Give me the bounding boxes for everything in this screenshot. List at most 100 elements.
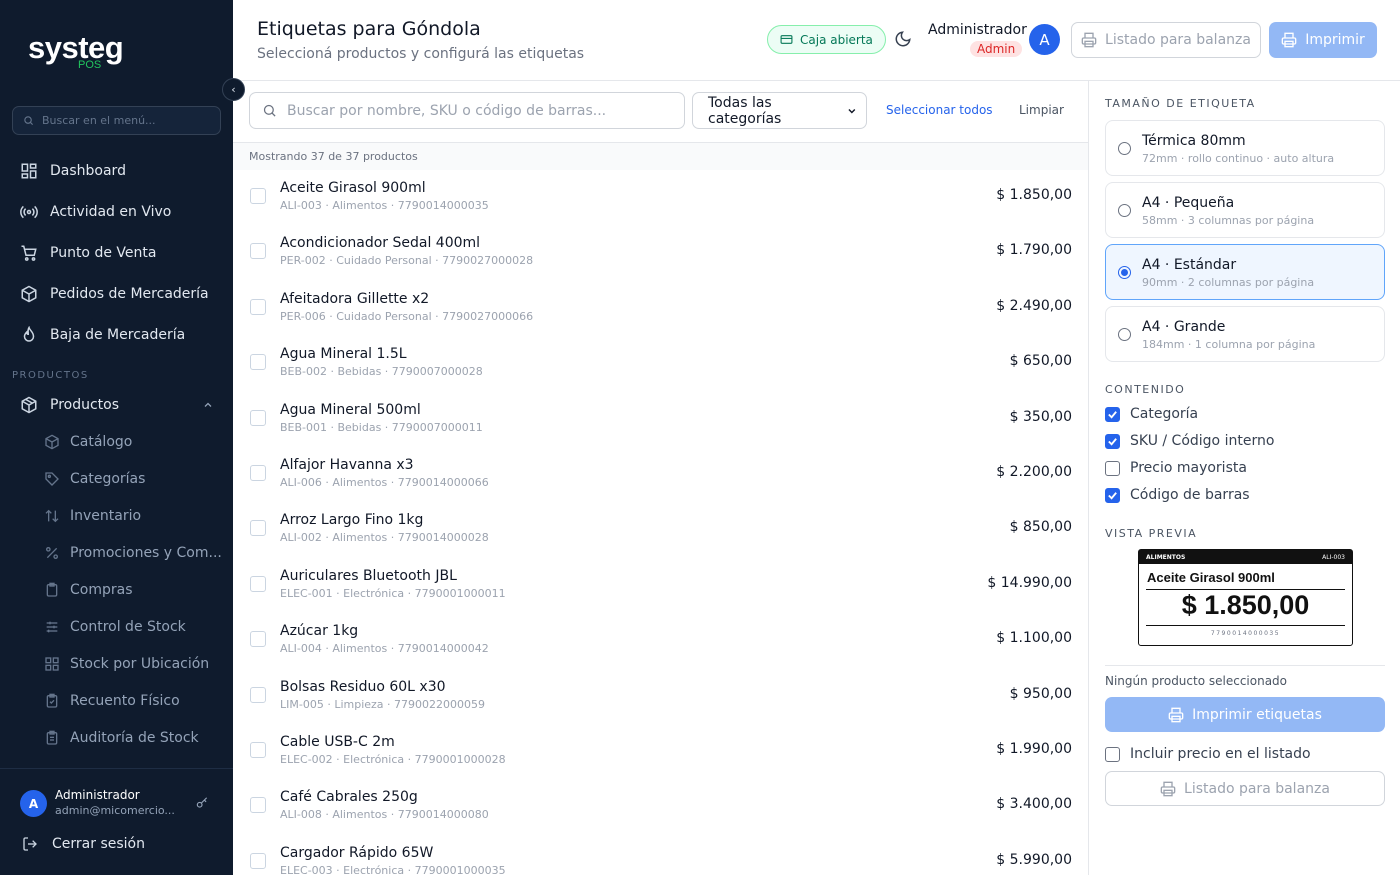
chevron-left-icon: ‹ (231, 83, 236, 96)
label-settings-panel: TAMAÑO DE ETIQUETA Térmica 80mm 72mm · ro… (1088, 81, 1400, 875)
product-name: Arroz Largo Fino 1kg (280, 512, 424, 529)
content-section-label: CONTENIDO (1105, 383, 1186, 396)
clipboard-check-icon (46, 693, 58, 708)
product-meta: ALI-004 · Alimentos · 7790014000042 (280, 642, 489, 656)
caja-status-badge[interactable]: Caja abierta (767, 25, 886, 54)
search-icon (24, 116, 34, 126)
product-price: $ 1.100,00 (996, 630, 1072, 647)
row-checkbox[interactable] (250, 631, 266, 648)
logout-button[interactable]: Cerrar sesión (22, 836, 145, 852)
product-name: Aceite Girasol 900ml (280, 180, 426, 196)
nav-baja[interactable]: Baja de Mercadería (20, 320, 220, 350)
checkbox[interactable] (1105, 460, 1120, 476)
product-row[interactable]: Agua Mineral 1.5L BEB-002 · Bebidas · 779… (233, 336, 1088, 391)
product-row[interactable]: Café Cabrales 250g ALI-008 · Alimentos · … (233, 779, 1088, 834)
print-labels-button[interactable]: Imprimir etiquetas (1105, 697, 1385, 732)
check-include-price[interactable]: Incluir precio en el listado (1105, 746, 1311, 762)
preview-barcode: 7790014000035 (1210, 630, 1281, 637)
row-checkbox[interactable] (250, 852, 266, 869)
product-search-input[interactable] (287, 102, 667, 119)
product-row[interactable]: Cable USB-C 2m ELEC-002 · Electrónica · 7… (233, 724, 1088, 779)
checkbox-checked[interactable] (1105, 406, 1120, 422)
product-row[interactable]: Arroz Largo Fino 1kg ALI-002 · Alimentos … (233, 502, 1088, 557)
product-row[interactable]: Alfajor Havanna x3 ALI-006 · Alimentos · … (233, 447, 1088, 502)
row-checkbox[interactable] (250, 741, 266, 758)
moon-icon[interactable] (894, 30, 912, 48)
nav-promociones[interactable]: Promociones y Com... (44, 539, 224, 567)
caja-label: Caja abierta (800, 32, 873, 47)
imprimir-button[interactable]: Imprimir (1269, 22, 1377, 58)
radio[interactable] (1118, 204, 1131, 217)
key-icon[interactable] (195, 796, 209, 810)
row-checkbox[interactable] (250, 686, 266, 703)
product-row[interactable]: Azúcar 1kg ALI-004 · Alimentos · 77900140… (233, 613, 1088, 668)
size-option-grande[interactable]: A4 · Grande 184mm · 1 columna por página (1105, 306, 1385, 362)
nav-auditoria[interactable]: Auditoría de Stock (44, 724, 224, 752)
product-meta: ELEC-002 · Electrónica · 7790001000028 (280, 752, 506, 766)
panel-listado-balanza-button[interactable]: Listado para balanza (1105, 771, 1385, 806)
logo[interactable]: systeg POS (28, 30, 124, 71)
nav-catalogo[interactable]: Catálogo (44, 428, 224, 456)
size-option-termica[interactable]: Térmica 80mm 72mm · rollo continuo · auto… (1105, 120, 1385, 176)
select-all-link[interactable]: Seleccionar todos (886, 103, 993, 117)
product-price: $ 14.990,00 (987, 574, 1072, 591)
product-row[interactable]: Acondicionador Sedal 400ml PER-002 · Cuid… (233, 225, 1088, 280)
nav-recuento[interactable]: Recuento Físico (44, 687, 224, 715)
nav-dashboard[interactable]: Dashboard (20, 156, 220, 186)
nav-stock-ubicacion[interactable]: Stock por Ubicación (44, 650, 224, 678)
row-checkbox[interactable] (250, 464, 266, 481)
nav-productos-group[interactable]: Productos (20, 390, 220, 420)
row-checkbox[interactable] (250, 243, 266, 260)
product-row[interactable]: Auriculares Bluetooth JBL ELEC-001 · Elec… (233, 558, 1088, 613)
nav-punto-venta[interactable]: Punto de Venta (20, 238, 220, 268)
product-list-area: Todas las categorías Seleccionar todos L… (233, 81, 1088, 877)
user-avatar[interactable]: A (20, 790, 47, 817)
check-sku[interactable]: SKU / Código interno (1105, 433, 1274, 449)
row-checkbox[interactable] (250, 354, 266, 371)
menu-search-input[interactable]: Buscar en el menú... (12, 106, 221, 135)
nav-pedidos[interactable]: Pedidos de Mercadería (20, 279, 220, 309)
row-checkbox[interactable] (250, 298, 266, 315)
product-name: Agua Mineral 1.5L (280, 346, 407, 363)
preview-price: $ 1.850,00 (1181, 590, 1310, 620)
nav-categorias[interactable]: Categorías (44, 465, 224, 493)
product-row[interactable]: Agua Mineral 500ml BEB-001 · Bebidas · 77… (233, 392, 1088, 447)
radio[interactable] (1118, 328, 1131, 341)
nav-actividad[interactable]: Actividad en Vivo (20, 197, 220, 227)
nav-control-stock[interactable]: Control de Stock (44, 613, 224, 641)
row-checkbox[interactable] (250, 188, 266, 204)
clear-link[interactable]: Limpiar (1019, 103, 1064, 117)
radio-selected[interactable] (1118, 266, 1131, 279)
collapse-sidebar-button[interactable]: ‹ (222, 78, 245, 101)
row-checkbox[interactable] (250, 797, 266, 814)
nav-label: Pedidos de Mercadería (50, 286, 209, 302)
nav-label: Compras (70, 582, 133, 598)
product-row[interactable]: Afeitadora Gillette x2 PER-006 · Cuidado … (233, 281, 1088, 336)
category-select-value: Todas las categorías (708, 94, 782, 127)
checkbox-checked[interactable] (1105, 487, 1120, 503)
nav-compras[interactable]: Compras (44, 576, 224, 604)
product-row[interactable]: Bolsas Residuo 60L x30 LIM-005 · Limpieza… (233, 669, 1088, 724)
check-icon (1108, 491, 1117, 500)
check-categoria[interactable]: Categoría (1105, 406, 1198, 422)
product-name: Auriculares Bluetooth JBL (280, 567, 457, 584)
product-search[interactable] (249, 92, 685, 129)
product-row[interactable]: Cargador Rápido 65W ELEC-003 · Electrónic… (233, 835, 1088, 890)
check-barcode[interactable]: Código de barras (1105, 487, 1250, 503)
checkbox[interactable] (1105, 746, 1120, 762)
row-checkbox[interactable] (250, 409, 266, 426)
category-select[interactable]: Todas las categorías (692, 92, 867, 129)
check-mayorista[interactable]: Precio mayorista (1105, 460, 1247, 476)
header-avatar[interactable]: A (1029, 24, 1060, 55)
checkbox-checked[interactable] (1105, 433, 1120, 449)
size-title: A4 · Estándar (1142, 257, 1237, 273)
row-checkbox[interactable] (250, 520, 266, 537)
size-option-pequena[interactable]: A4 · Pequeña 58mm · 3 columnas por página (1105, 182, 1385, 238)
row-checkbox[interactable] (250, 575, 266, 592)
size-option-estandar[interactable]: A4 · Estándar 90mm · 2 columnas por págin… (1105, 244, 1385, 300)
product-row[interactable]: Aceite Girasol 900ml ALI-003 · Alimentos … (233, 170, 1088, 225)
radio[interactable] (1118, 142, 1131, 155)
check-icon (1108, 410, 1117, 419)
nav-inventario[interactable]: Inventario (44, 502, 224, 530)
listado-balanza-button[interactable]: Listado para balanza (1071, 22, 1261, 58)
